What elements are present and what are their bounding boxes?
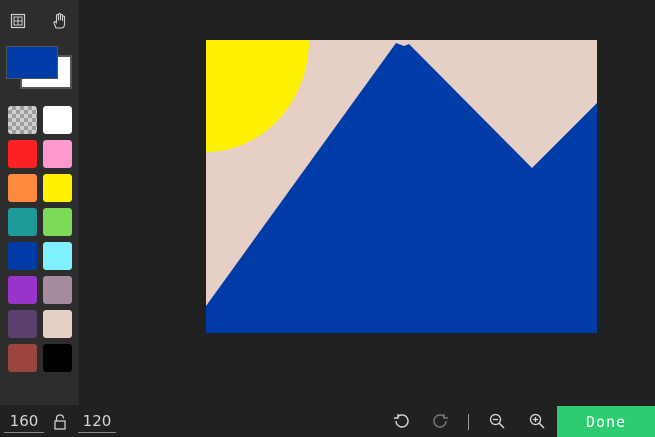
swatch-green[interactable] xyxy=(43,208,72,236)
sidebar xyxy=(0,0,79,405)
swatch-teal[interactable] xyxy=(8,208,37,236)
swatch-purple[interactable] xyxy=(8,276,37,304)
primary-color[interactable] xyxy=(6,46,58,79)
swatch-yellow[interactable] xyxy=(43,174,72,202)
redo-icon[interactable] xyxy=(430,410,452,432)
zoom-in-icon[interactable] xyxy=(526,410,548,432)
drawing-canvas[interactable] xyxy=(206,40,597,333)
grid-icon[interactable] xyxy=(7,10,29,32)
swatch-pink[interactable] xyxy=(43,140,72,168)
swatch-white[interactable] xyxy=(43,106,72,134)
lock-icon[interactable] xyxy=(53,413,67,431)
done-button[interactable]: Done xyxy=(557,406,655,437)
swatch-light-blue[interactable] xyxy=(43,242,72,270)
width-input[interactable] xyxy=(4,409,44,433)
swatch-transparent[interactable] xyxy=(8,106,37,134)
swatch-beige[interactable] xyxy=(43,310,72,338)
pixel-editor: Done xyxy=(0,0,655,437)
hand-icon[interactable] xyxy=(48,10,70,32)
toolbar-separator xyxy=(468,414,469,430)
undo-icon[interactable] xyxy=(390,410,412,432)
zoom-out-icon[interactable] xyxy=(486,410,508,432)
swatch-dark-purple[interactable] xyxy=(8,310,37,338)
swatch-black[interactable] xyxy=(43,344,72,372)
swatch-red[interactable] xyxy=(8,140,37,168)
swatch-brown[interactable] xyxy=(8,344,37,372)
height-input[interactable] xyxy=(78,409,116,433)
swatch-orange[interactable] xyxy=(8,174,37,202)
swatch-blue[interactable] xyxy=(8,242,37,270)
swatch-mauve[interactable] xyxy=(43,276,72,304)
